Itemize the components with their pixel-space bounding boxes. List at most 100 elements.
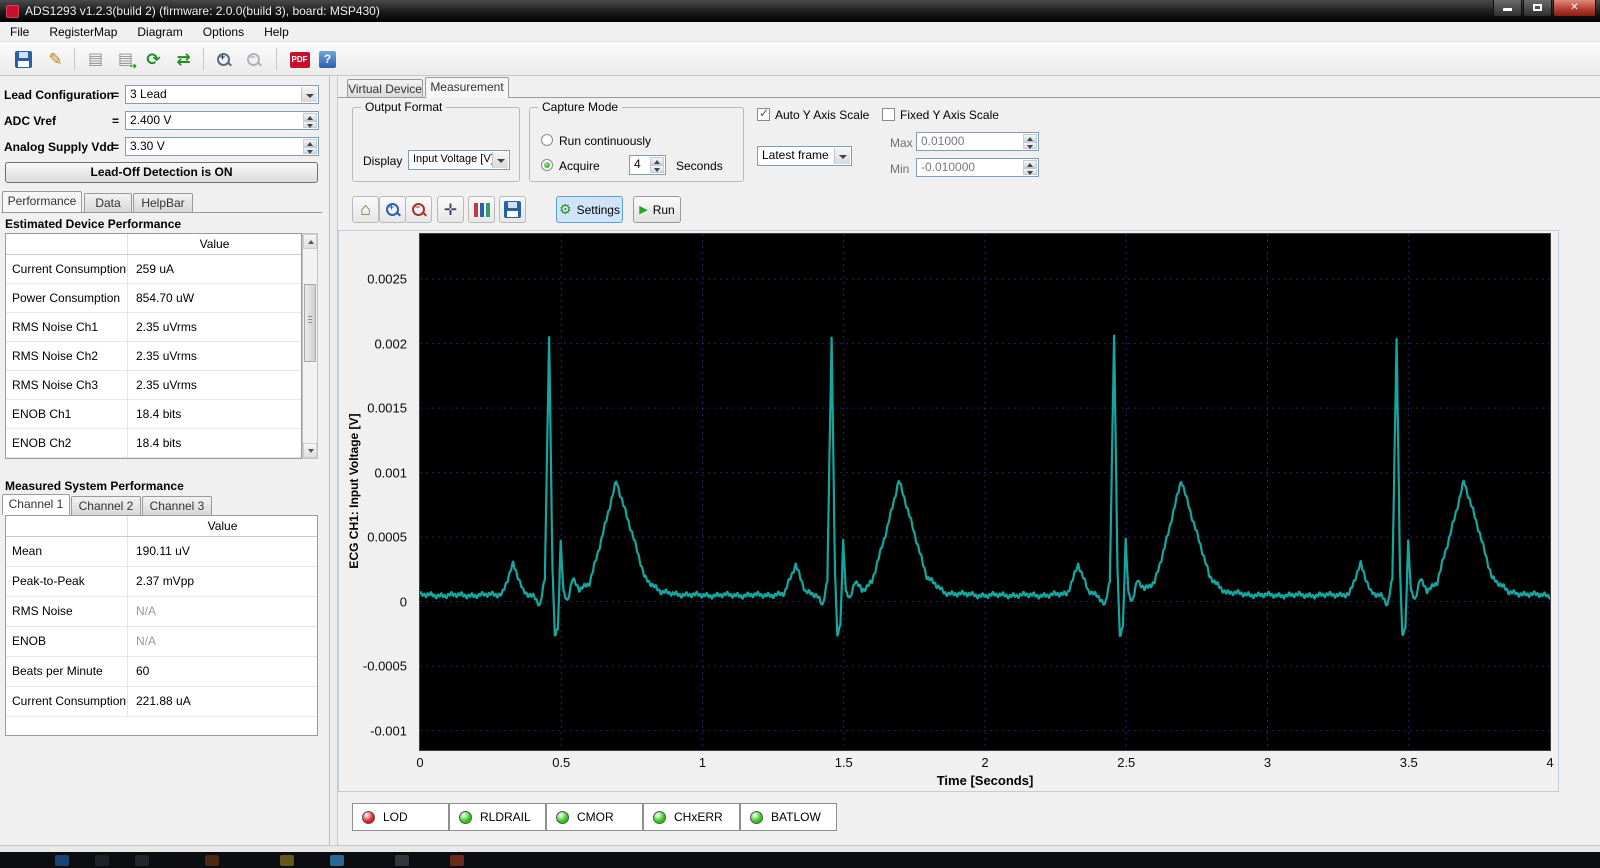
plot-save-button[interactable] <box>499 196 526 223</box>
export-pdf-button[interactable]: PDF <box>286 46 313 73</box>
spin-down-icon[interactable] <box>1023 167 1037 175</box>
taskbar-icon[interactable] <box>330 855 344 866</box>
y-max-spinner[interactable]: 0.01000 <box>916 132 1039 151</box>
table-row[interactable]: ENOB Ch1 18.4 bits <box>6 400 301 429</box>
plot-axis-scale-button[interactable] <box>468 196 495 223</box>
table-row[interactable]: ENOB N/A <box>6 627 317 657</box>
settings-button[interactable]: ⚙ Settings <box>556 196 623 223</box>
tab-channel-3[interactable]: Channel 3 <box>142 496 212 515</box>
measured-performance-table: Value Mean 190.11 uV Peak-to-Peak 2.37 mVp… <box>5 515 318 736</box>
fixed-y-checkbox[interactable] <box>882 108 895 121</box>
lead-config-dropdown[interactable]: 3 Lead <box>125 85 319 104</box>
menu-help[interactable]: Help <box>254 22 299 41</box>
menu-registermap[interactable]: RegisterMap <box>39 22 127 41</box>
taskbar-icon[interactable] <box>205 855 219 866</box>
table-row[interactable]: Beats per Minute 60 <box>6 657 317 687</box>
run-continuously-radio[interactable] <box>541 134 553 146</box>
vdd-spinner[interactable]: 3.30 V <box>125 137 319 156</box>
taskbar-icon[interactable] <box>395 855 409 866</box>
chxerr-led-icon <box>653 810 666 824</box>
spin-up-icon[interactable] <box>650 157 664 165</box>
taskbar-icon[interactable] <box>280 855 294 866</box>
maximize-button[interactable] <box>1523 0 1552 17</box>
table-row[interactable]: RMS Noise Ch2 2.35 uVrms <box>6 342 301 371</box>
table-row[interactable]: Mean 190.11 uV <box>6 537 317 567</box>
scrollbar-thumb[interactable] <box>304 284 316 362</box>
spin-down-icon[interactable] <box>1023 141 1037 149</box>
scroll-up-icon[interactable] <box>303 234 317 249</box>
table-row[interactable]: RMS Noise Ch3 2.35 uVrms <box>6 371 301 400</box>
acquire-radio[interactable] <box>541 159 553 171</box>
taskbar-icon[interactable] <box>95 855 109 866</box>
chxerr-label: CHxERR <box>674 810 723 824</box>
frame-mode-dropdown[interactable]: Latest frame <box>757 146 852 166</box>
table-row[interactable]: RMS Noise N/A <box>6 597 317 627</box>
acquire-seconds-spinner[interactable]: 4 <box>629 155 666 175</box>
table-row[interactable]: Power Consumption 854.70 uW <box>6 284 301 313</box>
spin-up-icon[interactable] <box>303 113 317 121</box>
menu-file[interactable]: File <box>0 22 39 41</box>
min-label: Min <box>890 162 910 176</box>
chevron-down-icon[interactable] <box>301 87 317 102</box>
table-row[interactable]: Current Consumption 259 uA <box>6 255 301 284</box>
plot-zoom-out-button[interactable]: − <box>405 196 432 223</box>
taskbar-icon[interactable] <box>55 855 69 866</box>
spin-up-icon[interactable] <box>1023 134 1037 142</box>
plot-zoom-in-button[interactable]: + <box>379 196 406 223</box>
spin-up-icon[interactable] <box>1023 160 1037 168</box>
run-button[interactable]: ▶ Run <box>633 196 681 223</box>
tab-helpbar[interactable]: HelpBar <box>133 193 193 212</box>
spin-down-icon[interactable] <box>303 146 317 154</box>
display-format-dropdown[interactable]: Input Voltage [V] <box>408 150 510 170</box>
chevron-down-icon[interactable] <box>492 152 508 168</box>
save-button[interactable] <box>10 46 37 73</box>
table-row[interactable]: Peak-to-Peak 2.37 mVpp <box>6 567 317 597</box>
leadoff-detection-button[interactable]: Lead-Off Detection is ON <box>5 162 318 183</box>
spin-down-icon[interactable] <box>650 165 664 173</box>
auto-y-label[interactable]: Auto Y Axis Scale <box>775 108 869 122</box>
import-button[interactable]: ▤ <box>112 46 139 73</box>
taskbar-icon[interactable] <box>135 855 149 866</box>
table-row[interactable]: RMS Noise Ch1 2.35 uVrms <box>6 313 301 342</box>
tab-performance[interactable]: Performance <box>2 191 82 212</box>
menu-options[interactable]: Options <box>193 22 254 41</box>
plot-pan-button[interactable]: ✛ <box>437 196 464 223</box>
ecg-plot-svg[interactable] <box>420 234 1550 750</box>
tab-measurement[interactable]: Measurement <box>425 77 509 98</box>
table-row[interactable]: Current Consumption 221.88 uA <box>6 687 317 717</box>
table-row[interactable]: ENOB Ch2 18.4 bits <box>6 429 301 458</box>
minimize-button[interactable] <box>1493 0 1522 17</box>
table-scrollbar[interactable] <box>302 233 318 459</box>
fixed-y-label[interactable]: Fixed Y Axis Scale <box>900 108 999 122</box>
seconds-value: 4 <box>634 157 641 171</box>
spin-up-icon[interactable] <box>303 139 317 147</box>
close-button[interactable]: ✕ <box>1553 0 1596 17</box>
chevron-down-icon[interactable] <box>834 148 850 164</box>
y-min-spinner[interactable]: -0.010000 <box>916 158 1039 177</box>
transfer-button[interactable]: ⇄ <box>170 46 197 73</box>
spin-down-icon[interactable] <box>303 120 317 128</box>
scroll-down-icon[interactable] <box>303 443 317 458</box>
tab-data[interactable]: Data <box>84 193 132 212</box>
run-continuously-label[interactable]: Run continuously <box>559 134 651 148</box>
refresh-button[interactable]: ⟳ <box>140 46 167 73</box>
display-label: Display <box>363 154 403 168</box>
plot-area[interactable] <box>419 233 1551 751</box>
help-button[interactable]: ? <box>314 46 341 73</box>
edit-button[interactable]: ✎ <box>42 46 69 73</box>
tab-channel-2[interactable]: Channel 2 <box>71 496 141 515</box>
paste-icon: ▤ <box>87 50 104 68</box>
menu-diagram[interactable]: Diagram <box>127 22 192 41</box>
tab-virtual-device[interactable]: Virtual Device <box>347 79 423 98</box>
tab-channel-1[interactable]: Channel 1 <box>2 494 70 515</box>
auto-y-checkbox[interactable] <box>757 106 770 121</box>
panel-splitter[interactable] <box>331 76 338 845</box>
zoom-in-button[interactable]: + <box>210 46 237 73</box>
acquire-label[interactable]: Acquire <box>559 159 600 173</box>
adc-vref-spinner[interactable]: 2.400 V <box>125 111 319 130</box>
title-bar: ADS1293 v1.2.3(build 2) (firmware: 2.0.0… <box>0 0 1600 22</box>
taskbar-icon[interactable] <box>450 855 464 866</box>
paste-button[interactable]: ▤ <box>82 46 109 73</box>
plot-home-button[interactable]: ⌂ <box>352 196 379 223</box>
zoom-out-button[interactable]: − <box>240 46 267 73</box>
